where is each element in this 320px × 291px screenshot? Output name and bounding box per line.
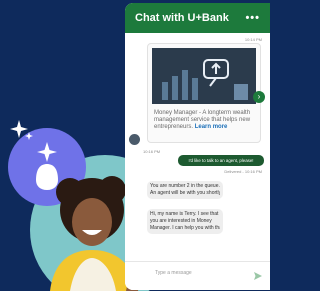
more-dots-icon[interactable]: •••	[245, 12, 260, 24]
message-line: You are number 2 in the queue.	[150, 183, 220, 189]
user-message-status: Delivered - 10:16 PM	[224, 169, 262, 174]
message-line: An agent will be with you shortly.	[150, 190, 220, 196]
message-line: you are interested in Money	[150, 218, 212, 224]
sparkle-icon	[10, 120, 33, 140]
bot-avatar-icon	[129, 134, 140, 145]
chat-messages: 10:14 PM Money Manager - A longterm weal…	[125, 33, 270, 290]
bot-message-timestamp: 10:16 PM	[143, 149, 161, 154]
message-input[interactable]: Type a message	[155, 270, 192, 276]
product-card[interactable]: Money Manager - A longterm wealth manage…	[147, 43, 261, 143]
send-icon[interactable]	[253, 271, 263, 281]
chat-header: Chat with U+Bank •••	[125, 3, 270, 33]
message-line: Hi, my name is Terry. I see that	[150, 211, 219, 217]
bot-message-queue: You are number 2 in the queue. An agent …	[147, 181, 223, 199]
card-image	[152, 48, 256, 104]
user-message: I'd like to talk to an agent, please!	[178, 155, 264, 166]
message-line: Manager. I can help you with that.	[150, 225, 220, 231]
learn-more-link[interactable]: Learn more	[195, 124, 228, 130]
chat-title: Chat with U+Bank	[135, 12, 229, 24]
card-timestamp: 10:14 PM	[244, 37, 262, 42]
message-input-bar[interactable]: Type a message	[125, 261, 270, 290]
chevron-right-icon[interactable]: ›	[253, 91, 265, 103]
bot-message-agent: Hi, my name is Terry. I see that you are…	[147, 209, 223, 234]
card-description: Money Manager - A longterm wealth manage…	[154, 110, 256, 131]
chat-window: Chat with U+Bank ••• 10:14 PM Money Mana…	[125, 3, 270, 290]
